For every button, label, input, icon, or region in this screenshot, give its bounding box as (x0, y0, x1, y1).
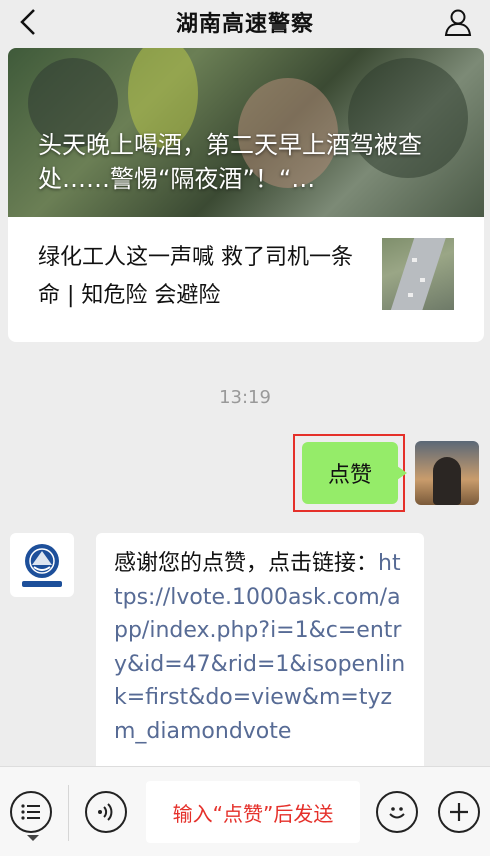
menu-icon (21, 804, 40, 820)
chevron-left-icon (20, 9, 35, 35)
thumbnail-car-shape (420, 278, 425, 282)
plus-icon (450, 803, 468, 821)
input-bar: 输入“点赞”后发送 (0, 766, 490, 856)
menu-caret-icon (27, 835, 39, 841)
divider (68, 785, 69, 841)
incoming-message-text: 感谢您的点赞，点击链接： (114, 551, 379, 576)
incoming-message: 感谢您的点赞，点击链接：https://lvote.1000ask.com/ap… (96, 533, 424, 773)
plus-button[interactable] (438, 791, 480, 833)
voice-icon (98, 803, 113, 821)
article-main-title: 头天晚上喝酒，第二天早上酒驾被查处……警惕“隔夜酒”！“… (38, 131, 422, 193)
police-badge-icon (22, 544, 62, 587)
profile-button[interactable] (440, 4, 476, 40)
emoji-button[interactable] (376, 791, 418, 833)
my-avatar[interactable] (415, 441, 479, 505)
thumbnail-road-shape (387, 238, 447, 310)
input-hint-text: 输入“点赞”后发送 (172, 801, 334, 826)
article-thumbnail (382, 238, 454, 310)
back-button[interactable] (10, 4, 46, 40)
person-icon (444, 9, 472, 36)
thumbnail-car-shape (408, 293, 413, 297)
outgoing-message[interactable]: 点赞 (302, 442, 407, 504)
official-account-avatar[interactable] (10, 533, 74, 597)
menu-button[interactable] (10, 791, 52, 833)
outgoing-message-text: 点赞 (327, 463, 372, 488)
article-main[interactable]: 头天晚上喝酒，第二天早上酒驾被查处……警惕“隔夜酒”！“… (8, 48, 484, 217)
voice-button[interactable] (85, 791, 127, 833)
message-input[interactable]: 输入“点赞”后发送 (146, 781, 360, 843)
article-sub-title: 绿化工人这一声喊 救了司机一条命 | 知危险 会避险 (38, 245, 353, 308)
top-bar: 湖南高速警察 (0, 0, 490, 44)
emoji-icon (389, 807, 405, 819)
chat-title: 湖南高速警察 (175, 12, 314, 37)
message-timestamp: 13:19 (219, 387, 271, 408)
avatar-person-shape (433, 457, 461, 505)
article-card: 头天晚上喝酒，第二天早上酒驾被查处……警惕“隔夜酒”！“… 绿化工人这一声喊 救… (8, 48, 484, 342)
thumbnail-car-shape (412, 258, 417, 262)
vote-link[interactable]: https://lvote.1000ask.com/app/index.php?… (114, 551, 405, 744)
article-sub-item[interactable]: 绿化工人这一声喊 救了司机一条命 | 知危险 会避险 (8, 217, 484, 342)
